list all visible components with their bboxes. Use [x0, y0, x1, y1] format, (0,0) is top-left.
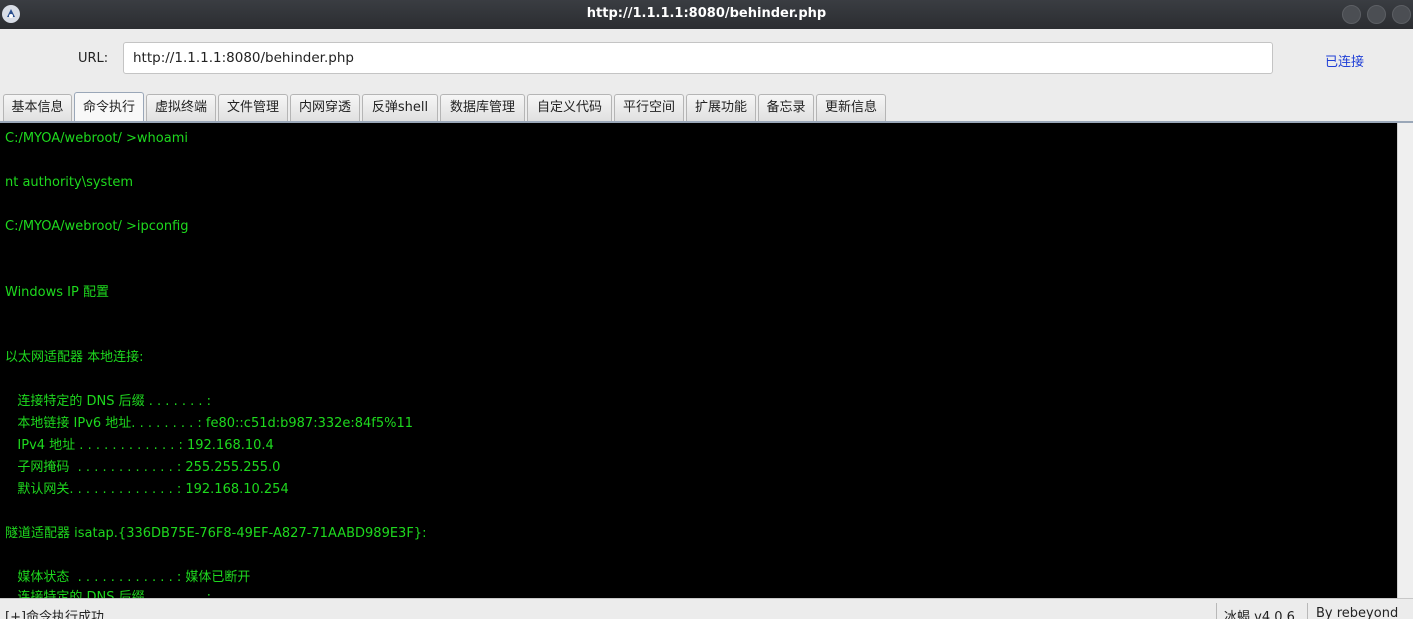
console-line: 默认网关. . . . . . . . . . . . . : 192.168.…: [5, 482, 289, 497]
tab-extensions[interactable]: 扩展功能: [686, 94, 756, 121]
tab-memo[interactable]: 备忘录: [758, 94, 814, 121]
tab-virtual-terminal[interactable]: 虚拟终端: [146, 94, 216, 121]
tab-reverse-shell[interactable]: 反弹shell: [362, 94, 438, 121]
console-line: 媒体状态 . . . . . . . . . . . . : 媒体已断开: [5, 570, 251, 585]
console-line: 子网掩码 . . . . . . . . . . . . : 255.255.2…: [5, 460, 281, 475]
status-divider: [1307, 603, 1308, 619]
tab-basic-info[interactable]: 基本信息: [3, 94, 72, 121]
tab-intranet-tunnel[interactable]: 内网穿透: [290, 94, 360, 121]
console-line: 本地链接 IPv6 地址. . . . . . . . : fe80::c51d…: [5, 416, 414, 431]
console-line: 连接特定的 DNS 后缀 . . . . . . . :: [5, 394, 212, 409]
minimize-button[interactable]: [1342, 5, 1361, 24]
console-line: 连接特定的 DNS 后缀 . . . . . . . :: [5, 590, 212, 598]
tab-bar: 基本信息 命令执行 虚拟终端 文件管理 内网穿透 反弹shell 数据库管理 自…: [0, 88, 1413, 122]
tab-file-manager[interactable]: 文件管理: [218, 94, 288, 121]
status-message: [+]命令执行成功: [5, 610, 105, 619]
title-bar: http://1.1.1.1:8080/behinder.php: [0, 0, 1413, 29]
tab-database-manager[interactable]: 数据库管理: [440, 94, 525, 121]
console-line: nt authority\system: [5, 175, 134, 190]
close-button[interactable]: [1392, 5, 1411, 24]
tab-update-info[interactable]: 更新信息: [816, 94, 886, 121]
app-window: http://1.1.1.1:8080/behinder.php URL: 已连…: [0, 0, 1413, 619]
version-label: 冰蝎 v4.0.6: [1224, 610, 1295, 619]
command-output-console[interactable]: C:/MYOA/webroot/ >whoami nt authority\sy…: [0, 123, 1397, 598]
console-line: C:/MYOA/webroot/ >whoami: [5, 131, 188, 146]
window-title: http://1.1.1.1:8080/behinder.php: [586, 6, 827, 21]
url-input[interactable]: [123, 42, 1273, 74]
author-label: By rebeyond: [1316, 606, 1399, 619]
url-label: URL:: [78, 51, 109, 66]
tab-command-exec[interactable]: 命令执行: [74, 92, 144, 122]
url-row: URL: 已连接: [0, 29, 1413, 88]
tab-custom-code[interactable]: 自定义代码: [527, 94, 612, 121]
console-line: Windows IP 配置: [5, 285, 109, 300]
console-line: C:/MYOA/webroot/ >ipconfig: [5, 219, 189, 234]
console-line: 隧道适配器 isatap.{336DB75E-76F8-49EF-A827-71…: [5, 526, 427, 541]
console-scrollbar[interactable]: [1397, 123, 1413, 598]
console-line: 以太网适配器 本地连接:: [5, 350, 144, 365]
status-divider: [1216, 603, 1217, 619]
maximize-button[interactable]: [1367, 5, 1386, 24]
status-bar: [+]命令执行成功 冰蝎 v4.0.6 By rebeyond: [0, 598, 1413, 619]
connection-status[interactable]: 已连接: [1325, 51, 1364, 70]
console-line: IPv4 地址 . . . . . . . . . . . . : 192.16…: [5, 438, 274, 453]
tab-parallel-space[interactable]: 平行空间: [614, 94, 684, 121]
